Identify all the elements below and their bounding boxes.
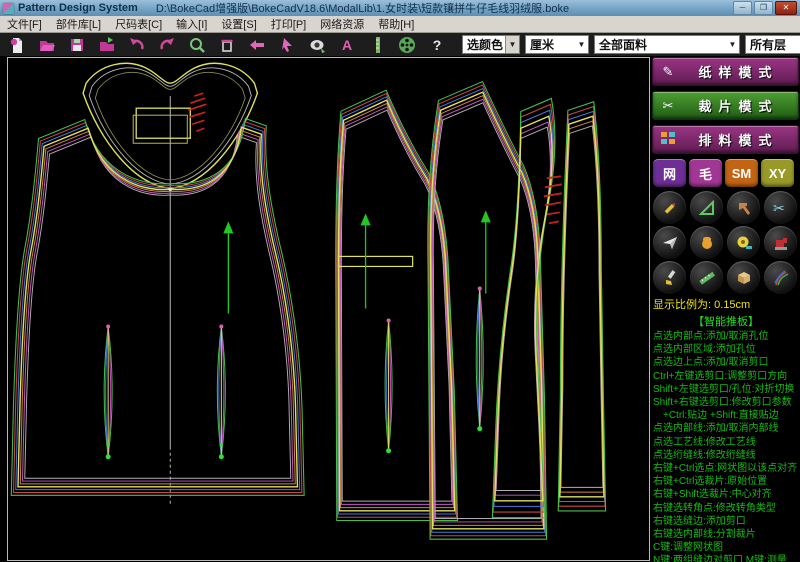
pattern-piece-side-panel[interactable] [491,97,563,519]
menu-size-table[interactable]: 尺码表[C] [108,16,169,32]
tools-icon[interactable] [727,191,760,224]
menu-settings[interactable]: 设置[S] [214,16,263,32]
pattern-canvas[interactable] [7,57,650,561]
sewing-machine-icon[interactable] [764,226,797,259]
ruler-slant-icon[interactable] [690,261,723,294]
view-lens-icon[interactable] [304,35,330,55]
pattern-piece-back-a[interactable] [335,89,459,522]
scale-indicator: 显示比例为: 0.15cm [653,299,751,311]
chevron-down-icon: ▼ [728,40,737,49]
menu-print[interactable]: 打印[P] [264,16,313,32]
delete-trash-icon[interactable] [214,35,240,55]
quick-buttons: 网 毛 SM XY [653,159,798,187]
dart-front-right[interactable] [216,324,226,460]
main-area: ✎ 纸样模式 ✂ 裁片模式 排料模式 网 毛 SM XY ✂ 显示比例为: 0.… [0,56,800,562]
xy-button[interactable]: XY [761,159,794,187]
unit-dropdown[interactable]: 厘米 ▼ [525,35,589,54]
menu-input[interactable]: 输入[I] [169,16,214,32]
help-line: C键:调整网状图 [653,542,723,554]
hand-icon[interactable] [690,226,723,259]
help-line: 点选工艺线:修改工艺线 [653,436,756,448]
tape-measure-icon[interactable] [727,226,760,259]
menu-file[interactable]: 文件[F] [0,16,49,32]
help-line: 右键选缝边:添加剪口 [653,515,746,527]
sm-button[interactable]: SM [725,159,758,187]
net-button[interactable]: 网 [653,159,686,187]
chevron-down-icon: ▼ [577,40,586,49]
undo-icon[interactable] [124,35,150,55]
help-line: 点选边上点:添加/取消剪口 [653,357,769,369]
help-line: 右键+Ctrl选裁片:原始位置 [653,476,768,488]
help-line: 右键选转角点:修改转角类型 [653,502,776,514]
menu-parts-library[interactable]: 部件库[L] [49,16,108,32]
threads-icon[interactable] [764,261,797,294]
cursor-arrow-icon[interactable] [274,35,300,55]
red-annotation-yoke [188,92,207,132]
save-icon[interactable] [64,35,90,55]
help-line: Shift+右键选剪口:修改剪口参数 [653,397,792,409]
title-bar[interactable]: Pattern Design System D:\BokeCad增强版\Boke… [0,0,800,16]
dart-back-b[interactable] [475,286,484,432]
maximize-button[interactable]: ❐ [754,1,773,15]
mode-marker-button[interactable]: 排料模式 [652,125,799,154]
shortcut-help-list: 点选内部点:添加/取消孔位 点选内部区域:添加孔位 点选边上点:添加/取消剪口 … [653,330,800,562]
set-square-icon[interactable] [690,191,723,224]
redo-icon[interactable] [154,35,180,55]
mode-piece-button[interactable]: ✂ 裁片模式 [652,91,799,120]
layer-dropdown[interactable]: 所有层▼ [745,35,800,54]
film-reel-icon[interactable] [394,35,420,55]
fabric-dropdown[interactable]: 全部面料 ▼ [594,35,740,54]
help-line: 右键+Ctrl选点:网状图以该点对齐 [653,463,798,475]
help-line: +Ctrl:贴边 +Shift:直接贴边 [663,410,779,422]
help-line: N键:两组缝边对剪口 M键:测量 [653,555,787,562]
move-arrow-icon[interactable] [244,35,270,55]
mode-pattern-button[interactable]: ✎ 纸样模式 [652,57,799,86]
help-line: 点选绗缝线:修改绗缝线 [653,449,756,461]
dart-front-left[interactable] [103,324,113,460]
tool-icon-grid: ✂ [653,191,798,294]
file-path: D:\BokeCad增强版\BokeCadV18.6\ModalLib\1.女时… [155,3,570,15]
chevron-down-icon: ▼ [505,36,519,53]
help-line: 点选内部线:添加/取消内部线 [653,423,779,435]
new-document-icon[interactable] [4,35,30,55]
help-line: Ctrl+左键选剪口:调整剪口方向 [653,370,788,382]
close-button[interactable]: ✕ [775,1,797,15]
dart-back-a[interactable] [384,318,393,454]
app-window: Pattern Design System D:\BokeCad增强版\Boke… [0,0,800,562]
help-line: 点选内部区域:添加孔位 [653,344,756,356]
toolbar: A ? 选颜色▼ 厘米▼ 全部面料▼ 所有层▼ [0,33,800,56]
window-controls: ─ ❐ ✕ [733,1,800,15]
tool-sidebar: ✎ 纸样模式 ✂ 裁片模式 排料模式 网 毛 SM XY ✂ 显示比例为: 0.… [652,57,800,562]
ruler-icon[interactable] [364,35,390,55]
text-tool-icon[interactable]: A [334,35,360,55]
open-folder-icon[interactable] [34,35,60,55]
color-mode-dropdown[interactable]: 选颜色 ▼ [462,35,520,54]
brush-icon[interactable] [653,261,686,294]
pattern-piece-strip[interactable] [557,101,607,512]
scissors-icon[interactable]: ✂ [764,191,797,224]
minimize-button[interactable]: ─ [733,1,752,15]
help-line: 点选内部点:添加/取消孔位 [653,331,769,342]
fabric-icon[interactable] [727,261,760,294]
help-line: Shift+左键选剪口/孔位:对折切换 [653,383,795,395]
help-line: 右键+Shift选裁片:中心对齐 [653,489,772,501]
pencil-icon[interactable] [653,191,686,224]
app-title: Pattern Design System [18,2,138,14]
menu-bar: 文件[F] 部件库[L] 尺码表[C] 输入[I] 设置[S] 打印[P] 网络… [0,16,800,33]
paper-plane-icon[interactable] [653,226,686,259]
app-icon [3,2,14,14]
fur-button[interactable]: 毛 [689,159,722,187]
pattern-piece-front[interactable] [10,117,305,496]
help-line: 右键选内部线:分割裁片 [653,529,756,541]
menu-network-resources[interactable]: 网络资源 [313,16,371,32]
svg-text:✂: ✂ [773,200,785,216]
zoom-search-icon[interactable] [184,35,210,55]
help-icon[interactable]: ? [424,35,450,55]
import-folder-icon[interactable] [94,35,120,55]
smart-grading-label: 【智能推板】 [693,316,759,328]
menu-help[interactable]: 帮助[H] [371,16,421,32]
